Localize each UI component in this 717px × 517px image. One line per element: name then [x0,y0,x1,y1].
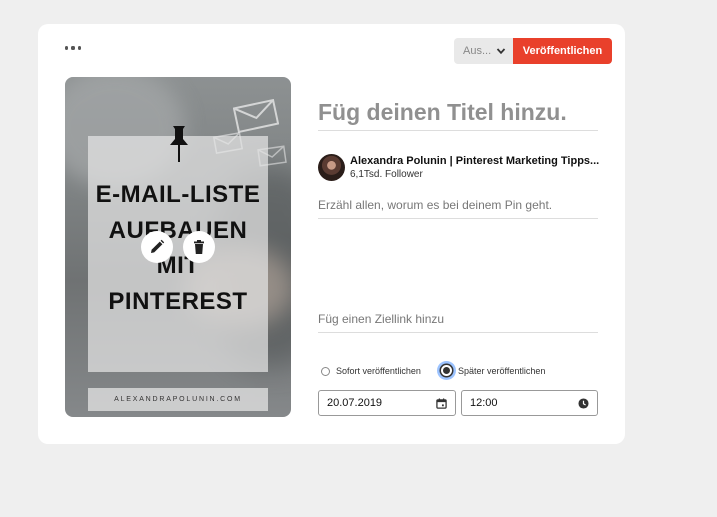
pin-image-footer: ALEXANDRAPOLUNIN.COM [88,388,268,411]
pin-image-footer-text: ALEXANDRAPOLUNIN.COM [114,396,242,403]
publish-later-radio[interactable]: Später veröffentlichen [441,365,545,376]
pushpin-icon [170,126,188,162]
follower-count: 6,1Tsd. Follower [350,169,423,180]
publish-now-radio[interactable]: Sofort veröffentlichen [321,366,421,376]
trash-icon [194,240,204,254]
date-field[interactable]: 20.07.2019 [318,390,456,416]
radio-circle [321,366,330,376]
pin-image: E-MAIL-LISTE AUFBAUEN MIT PINTEREST ALEX… [65,77,291,417]
radio-circle-selected [441,365,452,376]
pin-title-line: AUFBAUEN [108,216,248,244]
publish-button[interactable]: Veröffentlichen [513,38,612,64]
chevron-down-icon [496,48,506,55]
more-options-icon[interactable] [65,42,81,54]
date-value: 20.07.2019 [327,397,383,409]
time-field[interactable]: 12:00 [461,390,598,416]
title-input[interactable]: Füg deinen Titel hinzu. [318,94,598,131]
description-placeholder: Erzähl allen, worum es bei deinem Pin ge… [318,198,553,212]
board-select[interactable]: Aus... [454,38,513,64]
link-placeholder: Füg einen Ziellink hinzu [318,312,445,326]
edit-image-button[interactable] [141,231,173,263]
pin-title-line: MIT [156,252,200,279]
envelope-icon [233,99,279,133]
pin-title-line: E-MAIL-LISTE [95,181,261,208]
board-select-value: Aus... [463,45,492,57]
clock-icon [578,397,589,409]
description-input[interactable]: Erzähl allen, worum es bei deinem Pin ge… [318,194,598,219]
delete-image-button[interactable] [183,231,215,263]
publish-later-label: Später veröffentlichen [458,365,546,376]
calendar-icon [436,397,447,409]
destination-link-input[interactable]: Füg einen Ziellink hinzu [318,308,598,333]
profile-name: Alexandra Polunin | Pinterest Marketing … [350,155,600,167]
publish-now-label: Sofort veröffentlichen [336,366,421,376]
avatar [318,154,345,181]
pin-image-title: E-MAIL-LISTE AUFBAUEN MIT PINTEREST [88,177,268,319]
title-placeholder: Füg deinen Titel hinzu. [318,99,567,125]
pin-builder-card: Aus... Veröffentlichen E-MAIL-LISTE AUFB… [38,24,625,444]
pin-title-line: PINTEREST [108,287,248,315]
pencil-icon [151,239,165,253]
time-value: 12:00 [470,397,498,409]
